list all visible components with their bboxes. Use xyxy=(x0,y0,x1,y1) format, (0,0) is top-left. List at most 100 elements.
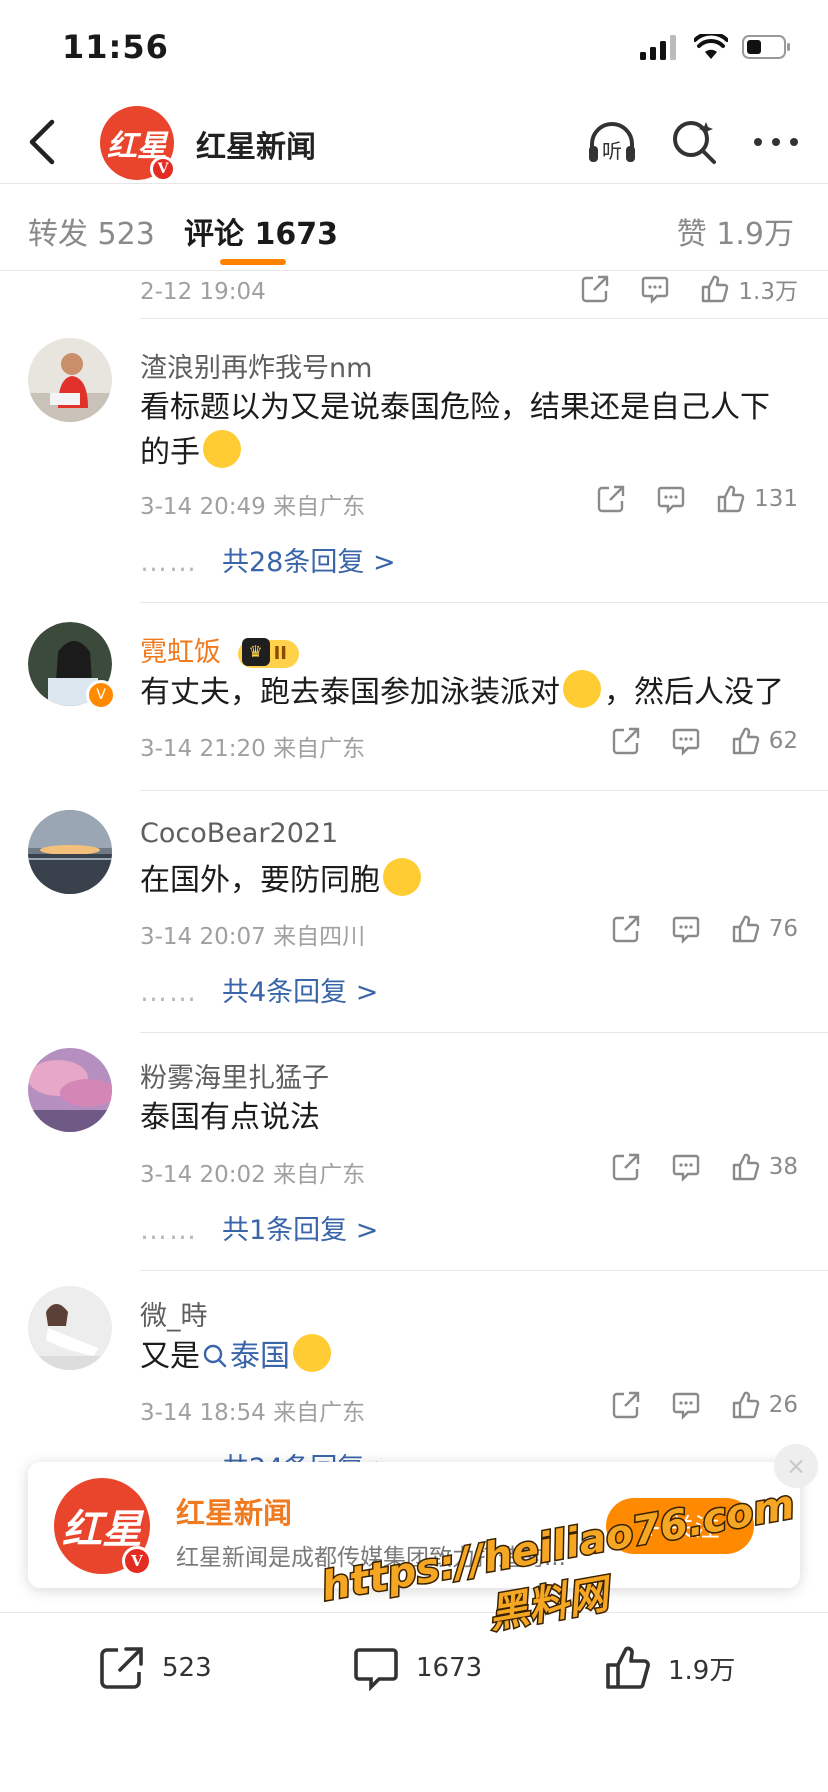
tab-repost[interactable]: 转发 523 xyxy=(28,209,155,253)
like-count: 62 xyxy=(768,728,798,754)
comment-meta: 3-14 20:02 来自广东 38 xyxy=(140,1152,798,1192)
share-button[interactable] xyxy=(611,914,641,944)
comment-icon xyxy=(672,916,699,944)
headphones-icon: 听 xyxy=(589,122,635,163)
divider xyxy=(140,790,828,791)
view-replies-link[interactable]: …… 共1条回复 > xyxy=(140,1208,378,1247)
account-avatar[interactable]: 红星 V xyxy=(100,106,176,182)
tab-comments[interactable]: 评论 1673 xyxy=(184,209,338,253)
like-button[interactable]: 38 xyxy=(731,1152,798,1182)
vip-username: 霓虹饭 xyxy=(140,637,221,668)
comment-body: 又是 xyxy=(140,1339,200,1374)
share-button[interactable] xyxy=(580,274,610,304)
avatar[interactable] xyxy=(28,810,112,894)
share-icon xyxy=(612,1391,639,1419)
comment-meta: 3-14 20:49 来自广东 131 xyxy=(140,484,798,524)
comment-time: 3-14 20:02 来自广东 xyxy=(140,1162,366,1188)
avatar[interactable] xyxy=(28,338,112,422)
divider xyxy=(140,1032,828,1033)
comment-body: 在国外，要防同胞 xyxy=(140,863,380,898)
thumbs-up-icon xyxy=(702,275,729,303)
reply-button[interactable] xyxy=(640,274,670,304)
comment-actions: 38 xyxy=(581,1152,798,1182)
search-icon xyxy=(203,1344,227,1368)
suggested-account-avatar[interactable]: 红星 V xyxy=(54,1478,152,1576)
status-bar: 11:56 xyxy=(0,0,828,100)
header: 红星 V 红星新闻 听 xyxy=(0,100,828,184)
share-button[interactable] xyxy=(611,1152,641,1182)
account-name[interactable]: 红星新闻 xyxy=(196,122,316,166)
comment-meta: 2-12 19:04 1.3万 xyxy=(140,272,798,312)
like-button[interactable]: 1.3万 xyxy=(700,272,798,306)
replies-count: 共28条回复 > xyxy=(222,547,396,578)
share-icon xyxy=(597,485,625,513)
comment-text: 泰国有点说法 xyxy=(140,1100,320,1135)
chevron-left-icon xyxy=(29,119,55,165)
avatar-image xyxy=(28,810,112,894)
share-button[interactable] xyxy=(611,1390,641,1420)
comment-text: 在国外，要防同胞 xyxy=(140,858,798,903)
avatar[interactable]: V xyxy=(28,622,116,710)
comment-icon xyxy=(672,1392,699,1420)
vip-level: II xyxy=(273,642,287,664)
battery-icon xyxy=(742,35,790,59)
comment-meta: 3-14 20:07 来自四川 76 xyxy=(140,914,798,954)
more-button[interactable] xyxy=(750,116,802,168)
comment-username[interactable]: 渣浪别再炸我号nm xyxy=(140,346,372,385)
comment-username[interactable]: 粉雾海里扎猛子 xyxy=(140,1056,329,1095)
suggested-account-name[interactable]: 红星新闻 xyxy=(176,1490,292,1532)
comment-time: 3-14 21:20 来自广东 xyxy=(140,736,366,762)
listen-label: 听 xyxy=(602,139,622,163)
comment-time: 3-14 20:49 来自广东 xyxy=(140,494,366,520)
like-button[interactable]: 62 xyxy=(731,726,798,756)
reply-button[interactable] xyxy=(671,726,701,756)
like-button[interactable]: 131 xyxy=(716,484,798,514)
view-replies-link[interactable]: …… 共4条回复 > xyxy=(140,970,378,1009)
crown-icon: ♛ xyxy=(241,637,270,666)
smirk-emoji-icon xyxy=(203,430,241,468)
signal-icon xyxy=(640,35,676,60)
like-button[interactable]: 26 xyxy=(731,1390,798,1420)
comment-text: 有丈夫，跑去泰国参加泳装派对 ，然后人没了 xyxy=(140,670,798,715)
reply-button[interactable] xyxy=(671,1390,701,1420)
replies-dots: …… xyxy=(140,977,198,1008)
like-post-count: 1.9万 xyxy=(668,1655,736,1686)
comment-text: 又是 泰国 xyxy=(140,1334,798,1379)
comment-text: 看标题以为又是说泰国危险，结果还是自己人下的手 xyxy=(140,386,798,475)
tab-likes[interactable]: 赞 1.9万 xyxy=(677,209,794,253)
comment-actions: 76 xyxy=(581,914,798,944)
like-button[interactable]: 76 xyxy=(731,914,798,944)
repost-count: 523 xyxy=(162,1653,212,1683)
comment-username[interactable]: CocoBear2021 xyxy=(140,818,338,849)
avatar-image xyxy=(28,1286,112,1370)
divider xyxy=(140,602,828,603)
replies-count: 共1条回复 > xyxy=(222,1215,379,1246)
comment-icon xyxy=(657,486,685,514)
reply-button[interactable] xyxy=(671,914,701,944)
topic-link[interactable]: 泰国 xyxy=(200,1339,290,1374)
active-tab-indicator xyxy=(220,259,286,265)
listen-button[interactable]: 听 xyxy=(586,116,638,168)
reply-button[interactable] xyxy=(671,1152,701,1182)
like-count: 76 xyxy=(768,916,798,942)
search-button[interactable] xyxy=(668,116,720,168)
comment-username[interactable]: 霓虹饭 ♛ II xyxy=(140,630,299,669)
avatar[interactable] xyxy=(28,1286,112,1370)
like-count: 38 xyxy=(768,1154,798,1180)
close-card-button[interactable]: × xyxy=(774,1444,818,1488)
avatar-image xyxy=(28,1048,112,1132)
avatar[interactable] xyxy=(28,1048,112,1132)
comment-icon xyxy=(672,1154,699,1182)
thumbs-up-icon xyxy=(732,1391,759,1419)
thinking-emoji-icon xyxy=(563,670,601,708)
topic-link-text: 泰国 xyxy=(230,1339,290,1374)
share-button[interactable] xyxy=(596,484,626,514)
back-button[interactable] xyxy=(22,116,66,168)
comment-icon xyxy=(642,276,669,304)
share-button[interactable] xyxy=(611,726,641,756)
reply-button[interactable] xyxy=(656,484,686,514)
comment-username[interactable]: 微_時 xyxy=(140,1294,208,1333)
thumbs-up-icon xyxy=(717,485,745,513)
repost-button[interactable]: 523 xyxy=(98,1645,212,1691)
view-replies-link[interactable]: …… 共28条回复 > xyxy=(140,540,396,579)
